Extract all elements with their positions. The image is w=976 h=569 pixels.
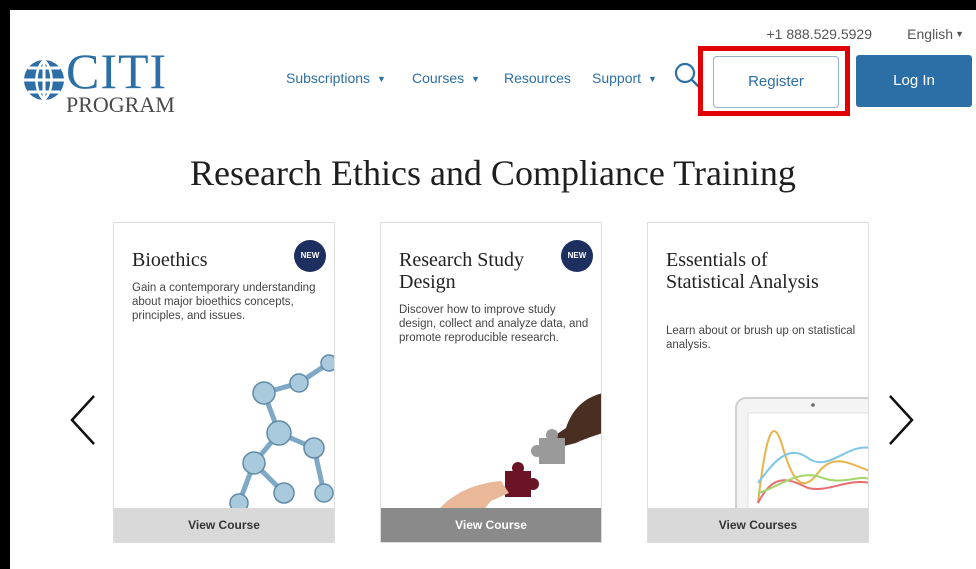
card-description: Learn about or brush up on statistical a… <box>666 325 856 351</box>
caret-down-icon: ▼ <box>377 74 386 84</box>
nav-label: Resources <box>504 70 571 86</box>
highlight-box <box>698 46 850 116</box>
citi-logo[interactable]: CITI PROGRAM <box>20 43 180 130</box>
logo-subtitle: PROGRAM <box>66 92 175 117</box>
language-selector[interactable]: English ▼ <box>907 26 964 42</box>
card-description: Discover how to improve study design, co… <box>399 304 589 344</box>
card-title: Bioethics <box>132 249 208 271</box>
caret-down-icon: ▼ <box>471 74 481 84</box>
card-title: Essentials of Statistical Analysis <box>666 249 819 293</box>
phone-number[interactable]: +1 888.529.5929 <box>767 26 873 42</box>
view-course-button[interactable]: View Course <box>381 508 601 542</box>
language-label: English <box>907 26 954 42</box>
login-button[interactable]: Log In <box>856 55 972 107</box>
nav-courses[interactable]: Courses ▼ <box>412 70 480 86</box>
course-card-bioethics[interactable]: Bioethics NEW Gain a contemporary unders… <box>113 222 335 543</box>
view-courses-button[interactable]: View Courses <box>648 508 868 542</box>
card-description: Gain a contemporary understanding about … <box>132 282 316 322</box>
course-card-statistical-analysis[interactable]: Essentials of Statistical Analysis Learn… <box>647 222 869 543</box>
nav-resources[interactable]: Resources <box>504 70 571 86</box>
course-card-research-study-design[interactable]: Research Study Design NEW Discover how t… <box>380 222 602 543</box>
card-title: Research Study Design <box>399 249 524 293</box>
page-title: Research Ethics and Compliance Training <box>190 153 796 193</box>
chevron-left-icon[interactable] <box>68 394 98 446</box>
molecule-image <box>229 354 334 513</box>
new-badge: NEW <box>294 240 326 272</box>
view-course-button[interactable]: View Course <box>114 508 334 542</box>
chevron-right-icon[interactable] <box>886 394 916 446</box>
puzzle-hands-image <box>436 393 601 513</box>
caret-down-icon: ▼ <box>955 29 964 39</box>
nav-support[interactable]: Support ▼ <box>592 70 657 86</box>
new-badge: NEW <box>561 240 593 272</box>
nav-label: Courses <box>412 70 465 86</box>
caret-down-icon: ▼ <box>648 74 657 84</box>
tablet-graph-image <box>735 397 868 513</box>
page: CITI PROGRAM +1 888.529.5929 English ▼ Su… <box>10 10 976 569</box>
nav-label: Support <box>592 70 642 86</box>
nav-label: Subscriptions <box>286 70 371 86</box>
logo-wordmark: CITI <box>66 43 168 99</box>
globe-icon <box>24 59 64 101</box>
nav-subscriptions[interactable]: Subscriptions ▼ <box>286 70 386 86</box>
